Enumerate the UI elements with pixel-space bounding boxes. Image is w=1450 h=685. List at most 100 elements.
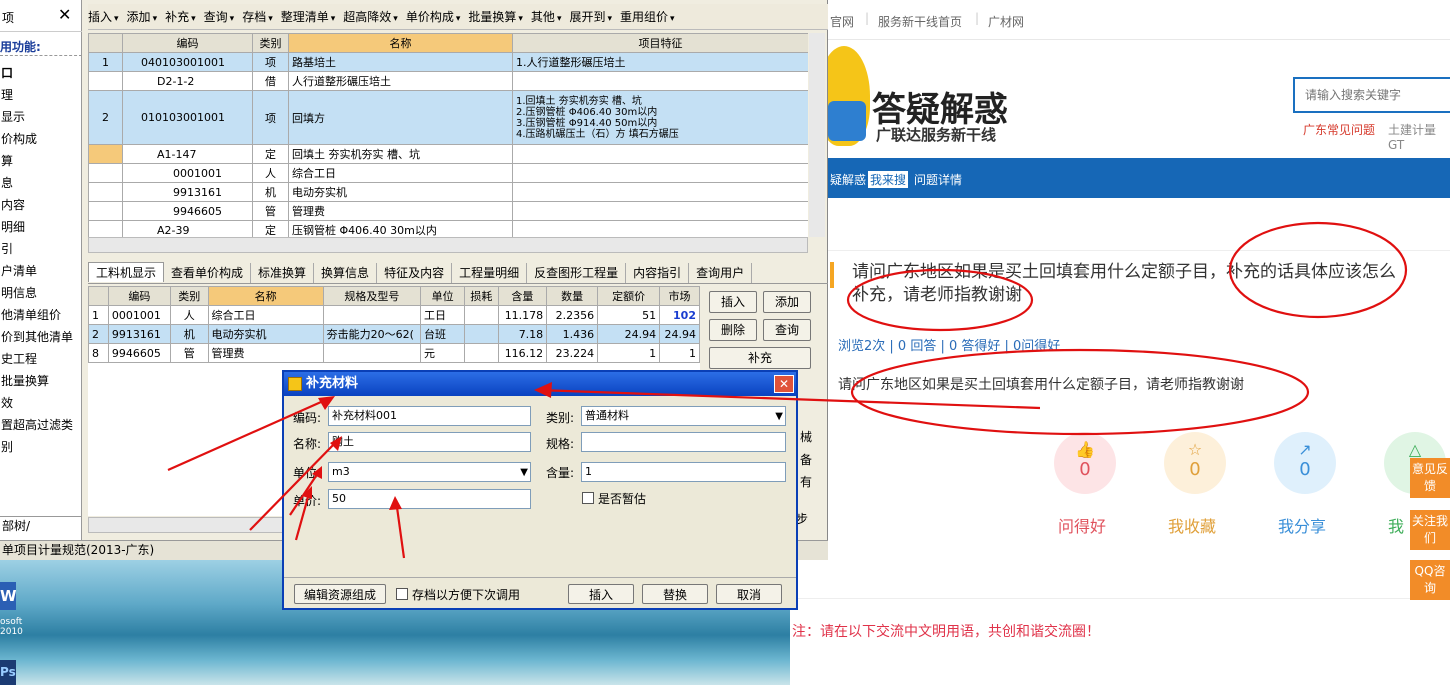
close-icon[interactable]: ✕ bbox=[58, 5, 71, 24]
dialog-insert-button[interactable]: 插入 bbox=[568, 584, 634, 604]
hot-link-1[interactable]: 土建计量GT bbox=[1388, 121, 1450, 152]
toolbar-item[interactable]: 补充 bbox=[165, 10, 189, 24]
resource-row[interactable]: 2 9913161 机电动夯实机 夯击能力20～62(台班 7.18 1.436 24.94… bbox=[88, 324, 700, 344]
left-panel-item[interactable]: 他清单组价 bbox=[0, 304, 82, 326]
table-row[interactable]: 1 040103001001 项路基培土 1.人行道整形碾压培土 bbox=[88, 52, 808, 72]
unit-select[interactable]: m3 ▼ bbox=[328, 462, 531, 482]
tab[interactable]: 反查图形工程量 bbox=[527, 263, 627, 283]
edit-resource-button[interactable]: 编辑资源组成 bbox=[294, 584, 386, 604]
qq-button[interactable]: QQ咨询 bbox=[1410, 560, 1450, 600]
left-panel-item[interactable]: 置超高过滤类别 bbox=[0, 414, 82, 454]
left-panel-tab[interactable]: 部树/ bbox=[0, 516, 82, 536]
left-panel-item[interactable]: 户清单 bbox=[0, 260, 82, 282]
resource-header[interactable]: 单位 bbox=[420, 286, 466, 306]
resource-header[interactable] bbox=[88, 286, 109, 306]
toolbar-item[interactable]: 批量换算 bbox=[468, 10, 516, 24]
action-share[interactable]: ↗ 0 bbox=[1272, 432, 1338, 494]
grid-header[interactable]: 项目特征 bbox=[512, 33, 808, 53]
breadcrumb-1[interactable]: 我来搜 bbox=[868, 171, 909, 188]
grid-header[interactable]: 类别 bbox=[252, 33, 289, 53]
tab[interactable]: 工料机显示 bbox=[88, 262, 165, 282]
table-row[interactable]: D2-1-2 借人行道整形碾压培土 bbox=[88, 71, 808, 91]
table-row[interactable]: 2 010103001001 项回填方 1.回填土 夯实机夯实 槽、坑 2.压钢管桩 Φ… bbox=[88, 90, 808, 145]
action-like[interactable]: 👍 0 bbox=[1052, 432, 1118, 494]
resource-header[interactable]: 损耗 bbox=[464, 286, 499, 306]
table-row[interactable]: 9913161 机电动夯实机 bbox=[88, 182, 808, 202]
insert-button[interactable]: 插入 bbox=[709, 291, 757, 313]
cancel-button[interactable]: 取消 bbox=[716, 584, 782, 604]
toolbar-item[interactable]: 重用组价 bbox=[620, 10, 668, 24]
left-panel-item[interactable]: 口 bbox=[0, 62, 82, 84]
left-panel-item[interactable]: 内容 bbox=[0, 194, 82, 216]
delete-button[interactable]: 删除 bbox=[709, 319, 757, 341]
horizontal-scrollbar[interactable] bbox=[88, 237, 808, 253]
resource-header[interactable]: 数量 bbox=[546, 286, 599, 306]
tab[interactable]: 查询用户 bbox=[689, 263, 753, 283]
grid-header[interactable]: 名称 bbox=[288, 33, 513, 53]
toolbar-item[interactable]: 查询 bbox=[204, 10, 228, 24]
tab[interactable]: 换算信息 bbox=[314, 263, 378, 283]
toolbar-item[interactable]: 整理清单 bbox=[281, 10, 329, 24]
resource-row[interactable]: 1 0001001 人综合工日 工日 11.178 2.2356 51 102 bbox=[88, 305, 700, 325]
search-input[interactable] bbox=[1293, 77, 1450, 113]
left-panel-item[interactable]: 效 bbox=[0, 392, 82, 414]
tab[interactable]: 特征及内容 bbox=[377, 263, 453, 283]
resource-header[interactable]: 名称 bbox=[207, 286, 324, 306]
replace-button[interactable]: 替换 bbox=[642, 584, 708, 604]
resource-header[interactable]: 市场 bbox=[659, 286, 700, 306]
resource-header[interactable]: 类别 bbox=[169, 286, 209, 306]
photoshop-icon[interactable]: Ps bbox=[0, 660, 16, 685]
resource-row[interactable]: 8 9946605 管管理费元 116.12 23.224 1 1 bbox=[88, 343, 700, 363]
price-field[interactable]: 50 bbox=[328, 489, 531, 509]
nav-link-2[interactable]: 广材网 bbox=[988, 13, 1024, 30]
temp-checkbox[interactable] bbox=[582, 492, 594, 504]
toolbar-item[interactable]: 其他 bbox=[531, 10, 555, 24]
left-panel-item[interactable]: 明细 bbox=[0, 216, 82, 238]
toolbar-item[interactable]: 存档 bbox=[242, 10, 266, 24]
left-panel-item[interactable]: 息 bbox=[0, 172, 82, 194]
toolbar-item[interactable]: 插入 bbox=[88, 10, 112, 24]
resource-header[interactable]: 规格及型号 bbox=[322, 286, 422, 306]
table-row[interactable]: A1-147 定回填土 夯实机夯实 槽、坑 bbox=[88, 144, 808, 164]
nav-link-0[interactable]: 官网 bbox=[830, 13, 854, 30]
table-row[interactable]: 0001001 人综合工日 bbox=[88, 163, 808, 183]
toolbar-item[interactable]: 超高降效 bbox=[343, 10, 391, 24]
name-field[interactable]: 购土 bbox=[328, 432, 531, 452]
supplement-button[interactable]: 补充 bbox=[709, 347, 811, 369]
resource-header[interactable]: 定额价 bbox=[597, 286, 661, 306]
add-button[interactable]: 添加 bbox=[763, 291, 811, 313]
save-checkbox[interactable] bbox=[396, 588, 408, 600]
tab[interactable]: 工程量明细 bbox=[452, 263, 528, 283]
hot-link-0[interactable]: 广东常见问题 bbox=[1303, 121, 1375, 138]
left-panel-item[interactable]: 理 bbox=[0, 84, 82, 106]
toolbar-item[interactable]: 单价构成 bbox=[406, 10, 454, 24]
left-panel-item[interactable]: 史工程 bbox=[0, 348, 82, 370]
left-panel-item[interactable]: 批量换算 bbox=[0, 370, 82, 392]
type-select[interactable]: 普通材料 ▼ bbox=[581, 406, 786, 426]
code-field[interactable]: 补充材料001 bbox=[328, 406, 531, 426]
left-panel-item[interactable]: 明信息 bbox=[0, 282, 82, 304]
action-collect[interactable]: ☆ 0 bbox=[1162, 432, 1228, 494]
table-row[interactable]: A2-39 定压钢管桩 Φ406.40 30m以内 bbox=[88, 220, 808, 237]
resource-header[interactable]: 编码 bbox=[107, 286, 171, 306]
feedback-button[interactable]: 意见反馈 bbox=[1410, 458, 1450, 498]
vertical-scrollbar[interactable] bbox=[809, 33, 825, 237]
query-button[interactable]: 查询 bbox=[763, 319, 811, 341]
tab[interactable]: 内容指引 bbox=[626, 263, 690, 283]
breadcrumb-0[interactable]: 疑解惑 bbox=[830, 171, 866, 188]
grid-header[interactable] bbox=[88, 33, 123, 53]
spec-field[interactable] bbox=[581, 432, 786, 452]
tab[interactable]: 标准换算 bbox=[251, 263, 315, 283]
left-panel-item[interactable]: 价到其他清单 bbox=[0, 326, 82, 348]
left-panel-item[interactable]: 算 bbox=[0, 150, 82, 172]
toolbar-item[interactable]: 添加 bbox=[127, 10, 151, 24]
follow-button[interactable]: 关注我们 bbox=[1410, 510, 1450, 550]
left-panel-item[interactable]: 显示 bbox=[0, 106, 82, 128]
dialog-close-icon[interactable]: ✕ bbox=[774, 375, 794, 393]
content-field[interactable]: 1 bbox=[581, 462, 786, 482]
table-row[interactable]: 9946605 管管理费 bbox=[88, 201, 808, 221]
left-panel-item[interactable]: 价构成 bbox=[0, 128, 82, 150]
resource-header[interactable]: 含量 bbox=[497, 286, 548, 306]
grid-header[interactable]: 编码 bbox=[122, 33, 253, 53]
nav-link-1[interactable]: 服务新干线首页 bbox=[878, 13, 962, 30]
